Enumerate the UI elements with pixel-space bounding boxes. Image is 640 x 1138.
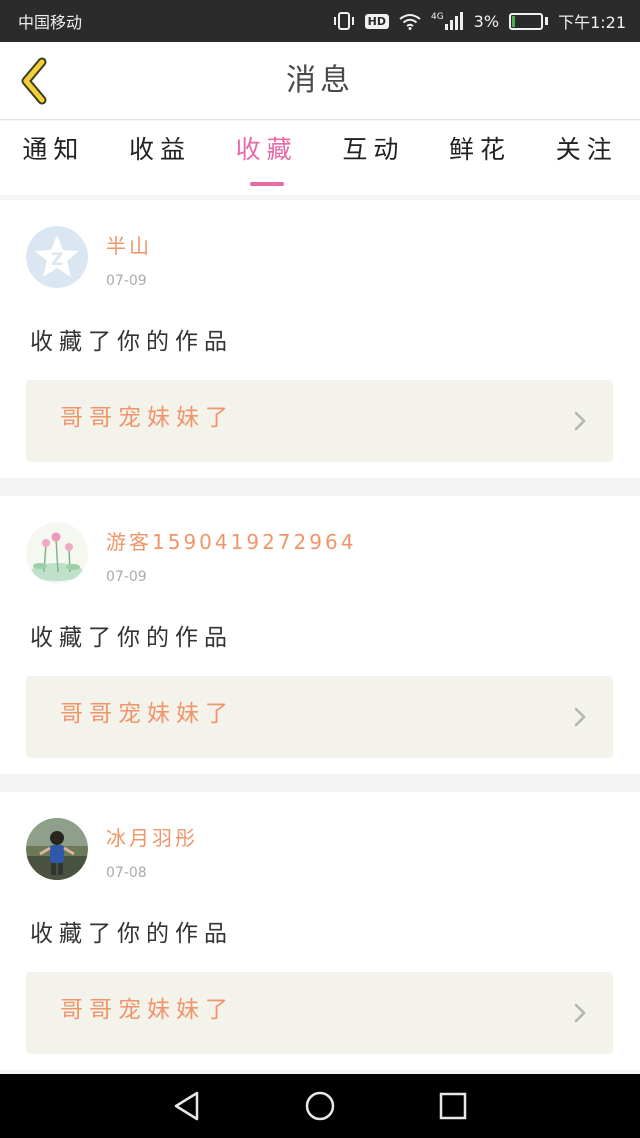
- work-link[interactable]: 哥哥宠妹妹了: [26, 676, 613, 758]
- chevron-right-icon: [574, 1003, 586, 1023]
- tab-label: 收益: [129, 135, 192, 164]
- tab-following[interactable]: 关注: [533, 121, 640, 195]
- battery-percent: 3%: [473, 11, 500, 31]
- lotus-avatar: [26, 522, 88, 584]
- notification-card: 冰月羽彤 07-08 收藏了你的作品 哥哥宠妹妹了: [0, 792, 640, 1070]
- active-tab-indicator: [249, 182, 284, 186]
- avatar[interactable]: Z: [26, 226, 88, 288]
- system-home-button[interactable]: [300, 1086, 340, 1126]
- qzone-star-icon: Z: [26, 226, 88, 288]
- tab-bar: 通知 收益 收藏 互动 鲜花 关注: [0, 121, 640, 195]
- notification-card: 游客15904192729​64 07-09 收藏了你的作品 哥哥宠妹妹了: [0, 496, 640, 774]
- username[interactable]: 半山: [106, 230, 152, 259]
- network-type: 4G: [430, 12, 444, 22]
- clock: 下午1:21: [558, 13, 626, 32]
- tab-notice[interactable]: 通知: [0, 121, 107, 195]
- wifi-icon: [399, 13, 421, 30]
- square-recents-icon: [440, 1092, 467, 1120]
- tab-interactions[interactable]: 互动: [320, 121, 427, 195]
- signal-icon: 4G: [431, 12, 464, 30]
- avatar[interactable]: [26, 818, 88, 880]
- tab-label: 收藏: [235, 135, 298, 164]
- tab-label: 互动: [342, 135, 405, 164]
- action-text: 收藏了你的作品: [30, 921, 233, 947]
- timestamp: 07-08: [106, 865, 147, 881]
- avatar[interactable]: [26, 522, 88, 584]
- system-back-button[interactable]: [167, 1086, 207, 1126]
- tab-label: 关注: [555, 135, 618, 164]
- username[interactable]: 游客15904192729​64: [106, 526, 356, 555]
- chevron-right-icon: [574, 707, 586, 727]
- chevron-right-icon: [574, 411, 586, 431]
- notification-list: Z 半山 07-09 收藏了你的作品 哥哥宠妹妹了 游客15904192729​…: [0, 200, 640, 1088]
- work-title: 哥哥宠妹妹了: [60, 405, 234, 431]
- system-nav-bar: [0, 1074, 640, 1138]
- notification-card: Z 半山 07-09 收藏了你的作品 哥哥宠妹妹了: [0, 200, 640, 478]
- action-text: 收藏了你的作品: [30, 625, 233, 651]
- tab-label: 鲜花: [449, 135, 512, 164]
- circle-home-icon: [305, 1091, 335, 1121]
- carrier-label: 中国移动: [18, 13, 83, 32]
- top-nav-bar: 消息: [0, 42, 640, 120]
- tab-label: 通知: [22, 135, 85, 164]
- status-bar: 中国移动 HD 4G 3% 下午1:21: [0, 0, 640, 42]
- tab-earnings[interactable]: 收益: [107, 121, 214, 195]
- page-title: 消息: [286, 63, 354, 98]
- hd-badge: HD: [364, 13, 389, 29]
- work-link[interactable]: 哥哥宠妹妹了: [26, 972, 613, 1054]
- work-link[interactable]: 哥哥宠妹妹了: [26, 380, 613, 462]
- tab-favorites[interactable]: 收藏: [213, 121, 320, 195]
- battery-icon: [509, 12, 549, 30]
- action-text: 收藏了你的作品: [30, 329, 233, 355]
- status-icons: HD 4G 3% 下午1:21: [333, 9, 626, 33]
- person-photo-avatar: [26, 818, 88, 880]
- system-recents-button[interactable]: [433, 1086, 473, 1126]
- username[interactable]: 冰月羽彤: [106, 822, 198, 851]
- work-title: 哥哥宠妹妹了: [60, 701, 234, 727]
- vibrate-icon: [333, 12, 355, 30]
- work-title: 哥哥宠妹妹了: [60, 997, 234, 1023]
- svg-text:Z: Z: [51, 250, 63, 270]
- timestamp: 07-09: [106, 569, 147, 585]
- timestamp: 07-09: [106, 273, 147, 289]
- tab-flowers[interactable]: 鲜花: [427, 121, 534, 195]
- triangle-back-icon: [174, 1091, 198, 1121]
